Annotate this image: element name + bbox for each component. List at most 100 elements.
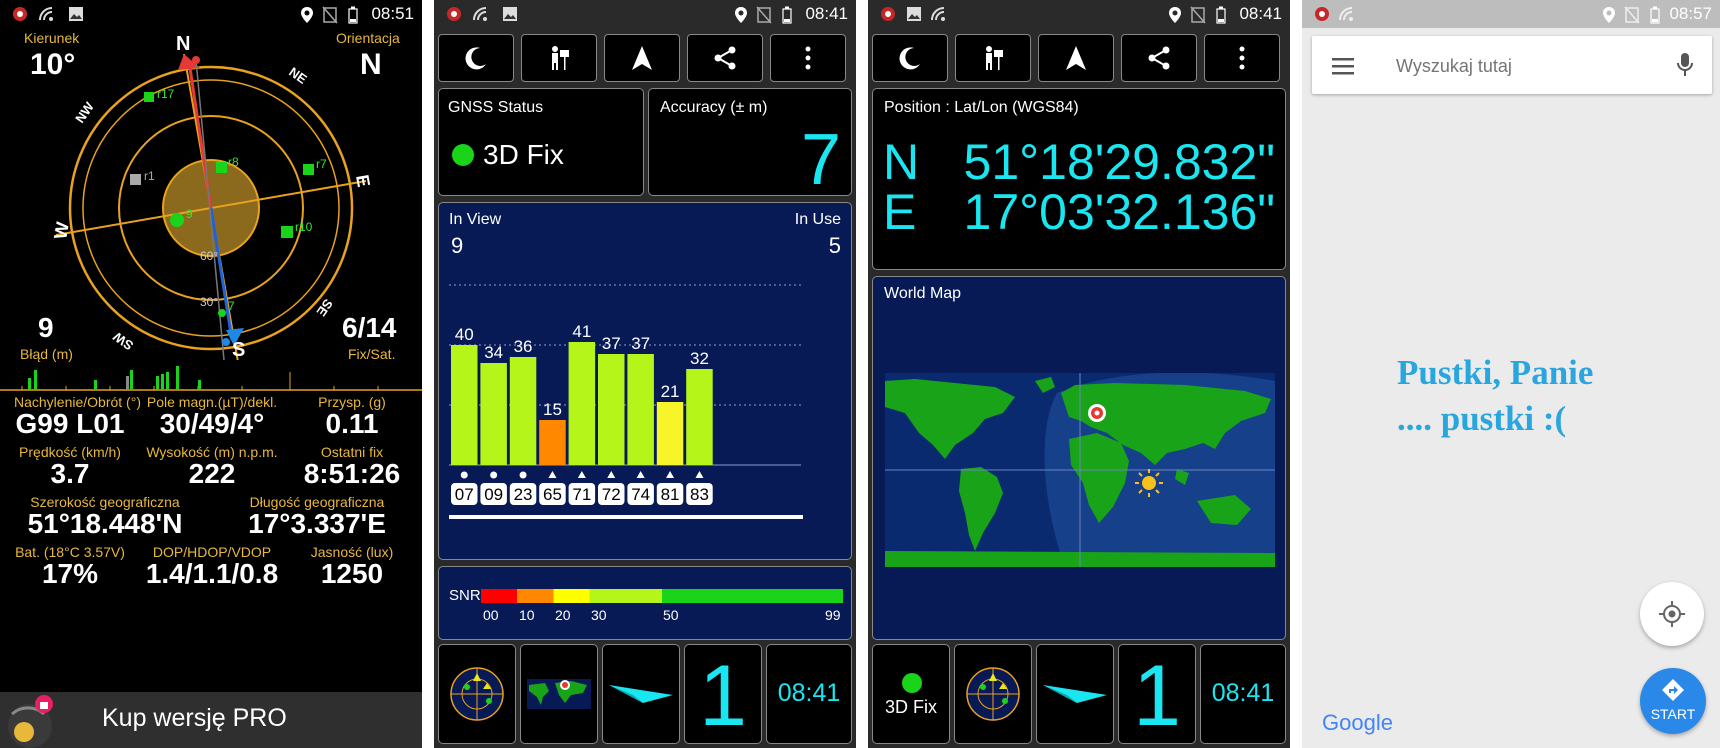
gnss-status-card: GNSS Status 3D Fix bbox=[438, 88, 644, 196]
sat-marker-r10 bbox=[281, 226, 293, 238]
my-location-button[interactable] bbox=[1640, 582, 1704, 646]
more-options-button[interactable] bbox=[770, 34, 846, 82]
prn-label: 65 bbox=[543, 485, 562, 504]
location-icon bbox=[1168, 6, 1182, 29]
sat-marker-9 bbox=[170, 213, 184, 227]
cardinal-n: N bbox=[176, 33, 190, 55]
error-value: 9 bbox=[38, 312, 54, 343]
sightseeing-button[interactable] bbox=[521, 34, 597, 82]
status-time: 08:41 bbox=[1239, 4, 1282, 23]
error-label: Błąd (m) bbox=[20, 346, 73, 362]
status-bar: 08:57 bbox=[1302, 0, 1720, 28]
night-mode-button[interactable] bbox=[872, 34, 948, 82]
search-input[interactable] bbox=[1394, 50, 1658, 82]
radar-icon bbox=[450, 667, 504, 721]
no-sim-icon bbox=[322, 6, 338, 29]
share-icon bbox=[714, 46, 736, 70]
app-notification-icon bbox=[12, 6, 28, 27]
lat-value: 51°18.448'N bbox=[27, 508, 183, 539]
app-notification-icon bbox=[880, 6, 896, 27]
image-icon bbox=[68, 6, 84, 27]
more-vert-icon bbox=[1239, 46, 1245, 70]
fix-tab-button[interactable]: 3D Fix bbox=[872, 644, 950, 744]
image-icon bbox=[502, 6, 518, 27]
snr-bar bbox=[598, 354, 625, 465]
sat-label-r7: r7 bbox=[316, 157, 327, 171]
more-vert-icon bbox=[805, 46, 811, 70]
snr-bar bbox=[686, 369, 713, 465]
prn-label: 71 bbox=[572, 485, 591, 504]
counter-value: 1 bbox=[1133, 648, 1181, 744]
radar-tab-button[interactable] bbox=[438, 644, 516, 744]
snr-value-label: 32 bbox=[690, 349, 709, 368]
snr-label: SNR bbox=[449, 587, 481, 604]
more-options-button[interactable] bbox=[1204, 34, 1280, 82]
location-icon bbox=[300, 6, 314, 29]
sat-marker-r1 bbox=[130, 174, 141, 185]
status-bar: 08:51 bbox=[0, 0, 422, 28]
status-time: 08:51 bbox=[371, 4, 414, 23]
snr-value-label: 40 bbox=[455, 325, 474, 344]
snr-bar bbox=[480, 363, 507, 465]
snr-tick-00: 00 bbox=[483, 607, 499, 623]
signal-icon bbox=[1338, 6, 1356, 27]
share-button[interactable] bbox=[1121, 34, 1197, 82]
used-marker bbox=[460, 471, 468, 479]
radar-tab-button[interactable] bbox=[954, 644, 1032, 744]
compass-tab-button[interactable] bbox=[602, 644, 680, 744]
menu-icon[interactable] bbox=[1332, 56, 1356, 76]
people-icon bbox=[552, 46, 569, 70]
navigation-button[interactable] bbox=[604, 34, 680, 82]
sat-label-r10: r10 bbox=[295, 220, 313, 234]
stat-value-last-fix: 8:51:26 bbox=[303, 458, 401, 489]
world-map[interactable] bbox=[885, 373, 1275, 567]
night-mode-button[interactable] bbox=[438, 34, 514, 82]
sat-label-9: 9 bbox=[186, 207, 193, 221]
start-label: START bbox=[1650, 706, 1696, 722]
clock-tile: 08:41 bbox=[766, 644, 852, 744]
sat-label-r1: r1 bbox=[144, 169, 155, 183]
world-map-icon bbox=[527, 679, 591, 709]
world-map-card: World Map bbox=[872, 276, 1286, 640]
start-navigation-button[interactable]: START bbox=[1640, 668, 1706, 734]
snr-bar bbox=[568, 342, 596, 465]
message-line-2: .... pustki :( bbox=[1397, 399, 1567, 438]
gnss-status-label: GNSS Status bbox=[448, 99, 544, 116]
signal-icon bbox=[930, 6, 948, 27]
snr-value-label: 37 bbox=[631, 334, 650, 353]
microphone-icon[interactable] bbox=[1676, 52, 1694, 78]
crosshair-icon bbox=[1659, 601, 1685, 627]
sat-label-r17: r17 bbox=[157, 87, 175, 101]
share-button[interactable] bbox=[687, 34, 763, 82]
stat-value-speed: 3.7 bbox=[50, 458, 90, 489]
prn-label: 07 bbox=[455, 485, 474, 504]
sat-marker-r8 bbox=[216, 162, 227, 173]
compass-dial[interactable]: N NE E SE S SW W NW 60° 30° r17 r1 r8 r7… bbox=[0, 30, 422, 360]
fix-status-text: 3D Fix bbox=[483, 139, 564, 170]
pro-banner[interactable]: Kup wersję PRO bbox=[0, 692, 422, 748]
maps-screen: 08:57 Pustki, Panie .... pustki :( START… bbox=[1302, 0, 1720, 748]
snr-bar bbox=[509, 357, 537, 465]
map-tab-button[interactable] bbox=[520, 644, 598, 744]
sat-label-r8: r8 bbox=[228, 155, 239, 169]
snr-value-label: 37 bbox=[602, 334, 621, 353]
stat-value-tilt: G99 L01 bbox=[15, 408, 125, 439]
position-label: Position : Lat/Lon (WGS84) bbox=[884, 99, 1079, 116]
no-sim-icon bbox=[756, 6, 772, 29]
search-bar[interactable] bbox=[1312, 36, 1712, 94]
unused-marker bbox=[695, 471, 704, 478]
status-bar: 08:41 bbox=[434, 0, 856, 28]
cardinal-e: E bbox=[352, 173, 374, 188]
compass-tab-button[interactable] bbox=[1036, 644, 1114, 744]
cardinal-sw: SW bbox=[110, 329, 136, 354]
image-icon bbox=[906, 6, 922, 27]
sightseeing-button[interactable] bbox=[955, 34, 1031, 82]
signal-icon bbox=[472, 6, 490, 27]
snr-tick-30: 30 bbox=[591, 607, 607, 623]
position-card: Position : Lat/Lon (WGS84) N 51°18'29.83… bbox=[872, 88, 1286, 270]
progress-bar bbox=[449, 515, 803, 519]
snr-tick-50: 50 bbox=[663, 607, 679, 623]
moon-icon bbox=[465, 47, 486, 70]
navigation-button[interactable] bbox=[1038, 34, 1114, 82]
snr-bar-chart: 40 07 34 09 36 23 15 65 41 71 37 72 37 74 21 81 32 83 bbox=[449, 284, 803, 519]
